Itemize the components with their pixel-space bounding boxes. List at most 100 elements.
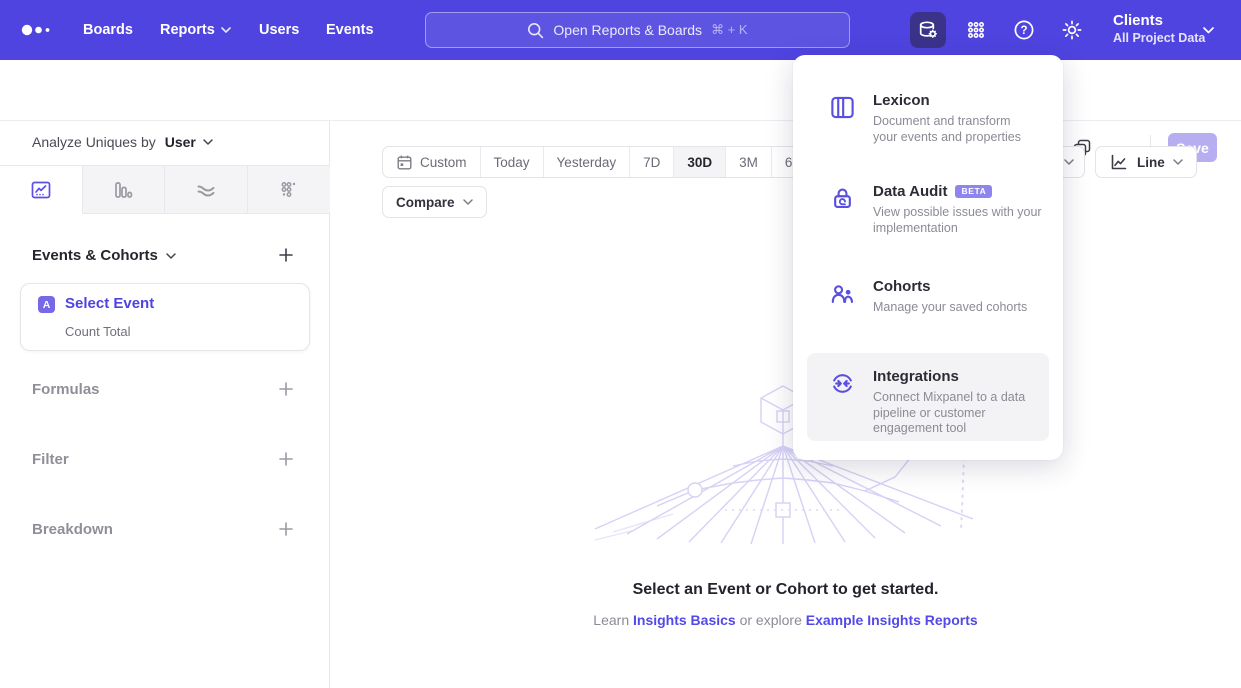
chevron-down-icon: [203, 139, 213, 145]
count-total-label[interactable]: Count Total: [65, 324, 131, 339]
database-gear-icon: [916, 18, 940, 42]
search-placeholder: Open Reports & Boards: [553, 22, 702, 38]
date-range-30d[interactable]: 30D: [674, 147, 726, 177]
line-chart-tab-icon: [29, 178, 53, 202]
menu-item-lexicon[interactable]: Lexicon Document and transform your even…: [829, 92, 1035, 145]
nav-item-events[interactable]: Events: [326, 0, 374, 60]
events-cohorts-section-header[interactable]: Events & Cohorts: [32, 247, 176, 264]
filter-section-label: Filter: [32, 451, 69, 468]
empty-state-subtitle: Learn Insights Basics or explore Example…: [330, 612, 1241, 628]
top-navigation-bar: Boards Reports Users Events Open Reports…: [0, 0, 1241, 60]
plus-icon: [278, 451, 294, 467]
flows-tab-icon: [194, 178, 218, 202]
chevron-down-icon: [463, 199, 473, 205]
menu-item-description: Manage your saved cohorts: [873, 300, 1027, 316]
menu-item-data-audit[interactable]: Data Audit BETA View possible issues wit…: [829, 183, 1065, 236]
help-button[interactable]: ?: [1006, 12, 1042, 48]
data-management-button[interactable]: [910, 12, 946, 48]
chevron-down-icon: [1064, 159, 1074, 165]
add-filter-button[interactable]: [275, 448, 297, 470]
date-range-yesterday[interactable]: Yesterday: [544, 147, 631, 177]
data-audit-icon: [829, 185, 856, 212]
select-event-label: Select Event: [65, 295, 154, 312]
add-event-button[interactable]: [275, 244, 297, 266]
date-range-segmented-control: Custom Today Yesterday 7D 30D 3M 6M: [382, 146, 818, 178]
compare-label: Compare: [396, 195, 455, 210]
mixpanel-insights-page: Boards Reports Users Events Open Reports…: [0, 0, 1241, 688]
cohorts-icon: [829, 280, 856, 307]
menu-item-title: Cohorts: [873, 278, 1027, 295]
gear-icon: [1060, 18, 1084, 42]
search-shortcut: ⌘ + K: [711, 22, 748, 38]
menu-item-description: Document and transform your events and p…: [873, 114, 1035, 145]
bar-chart-tab-icon: [111, 178, 135, 202]
nav-item-users[interactable]: Users: [259, 0, 299, 60]
breakdown-section-label: Breakdown: [32, 521, 113, 538]
lexicon-icon: [829, 94, 856, 121]
project-scope: All Project Data: [1113, 30, 1205, 47]
beta-badge: BETA: [955, 185, 992, 199]
apps-grid-icon: [964, 18, 988, 42]
menu-item-description: View possible issues with your implement…: [873, 205, 1065, 236]
org-name: Clients: [1113, 11, 1205, 30]
date-range-3m[interactable]: 3M: [726, 147, 772, 177]
nav-label: Events: [326, 22, 374, 38]
date-range-7d[interactable]: 7D: [630, 147, 674, 177]
search-icon: [527, 22, 544, 39]
formulas-section-label: Formulas: [32, 381, 100, 398]
menu-item-description: Connect Mixpanel to a data pipeline or c…: [873, 390, 1049, 437]
compare-button[interactable]: Compare: [382, 186, 487, 218]
plus-icon: [278, 521, 294, 537]
data-management-dropdown-menu: Lexicon Document and transform your even…: [793, 55, 1063, 460]
nav-item-reports[interactable]: Reports: [160, 0, 231, 60]
date-range-today[interactable]: Today: [481, 147, 544, 177]
chart-style-label: Line: [1137, 155, 1165, 170]
tab-bar-chart[interactable]: [83, 166, 166, 213]
analyze-label: Analyze Uniques by: [32, 134, 156, 150]
nav-label: Reports: [160, 22, 215, 38]
add-breakdown-button[interactable]: [275, 518, 297, 540]
chevron-down-icon: [1203, 27, 1214, 34]
help-icon: ?: [1012, 18, 1036, 42]
line-chart-icon: [1109, 152, 1129, 172]
add-formula-button[interactable]: [275, 378, 297, 400]
example-reports-link[interactable]: Example Insights Reports: [806, 612, 978, 628]
global-search-input[interactable]: Open Reports & Boards ⌘ + K: [425, 12, 850, 48]
menu-item-integrations[interactable]: Integrations Connect Mixpanel to a data …: [807, 353, 1049, 441]
chevron-down-icon: [221, 27, 231, 33]
event-series-badge: A: [38, 296, 55, 313]
analyze-uniques-selector[interactable]: Analyze Uniques by User: [32, 134, 213, 150]
menu-item-title: Integrations: [873, 368, 1049, 385]
tab-flows[interactable]: [165, 166, 248, 213]
select-event-card[interactable]: A Select Event Count Total: [20, 283, 310, 351]
calendar-icon: [396, 154, 413, 171]
svg-text:?: ?: [1020, 25, 1027, 37]
insights-basics-link[interactable]: Insights Basics: [633, 612, 736, 628]
chevron-down-icon: [1173, 159, 1183, 165]
tab-retention[interactable]: [248, 166, 331, 213]
plus-icon: [278, 247, 294, 263]
date-range-label: Custom: [420, 155, 467, 170]
retention-tab-icon: [277, 178, 301, 202]
nav-label: Users: [259, 22, 299, 38]
chart-type-tabs: [0, 165, 330, 214]
learn-prefix: Learn: [593, 612, 629, 628]
menu-item-title: Lexicon: [873, 92, 1035, 109]
settings-button[interactable]: [1054, 12, 1090, 48]
query-builder-sidebar: Analyze Uniques by User: [0, 121, 330, 688]
tab-insights-line[interactable]: [0, 166, 83, 214]
analyze-value: User: [165, 134, 196, 150]
menu-item-cohorts[interactable]: Cohorts Manage your saved cohorts: [829, 278, 1027, 316]
nav-item-boards[interactable]: Boards: [83, 0, 133, 60]
apps-grid-button[interactable]: [958, 12, 994, 48]
section-label: Events & Cohorts: [32, 247, 158, 264]
empty-state-title: Select an Event or Cohort to get started…: [330, 581, 1241, 599]
menu-item-title: Data Audit: [873, 183, 947, 200]
chart-style-dropdown[interactable]: Line: [1095, 146, 1197, 178]
plus-icon: [278, 381, 294, 397]
date-range-custom[interactable]: Custom: [383, 147, 481, 177]
project-selector[interactable]: Clients All Project Data: [1113, 11, 1205, 47]
nav-label: Boards: [83, 22, 133, 38]
chevron-down-icon: [166, 253, 176, 259]
mixpanel-logo-icon[interactable]: [20, 20, 60, 40]
